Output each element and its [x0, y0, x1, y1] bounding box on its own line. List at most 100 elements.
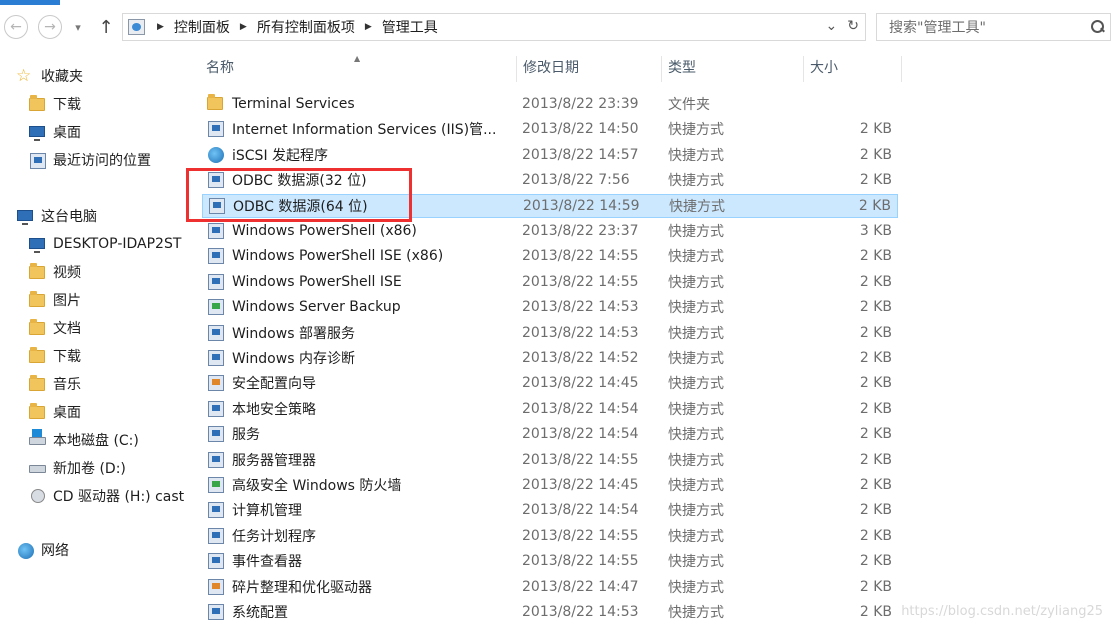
file-size: 2 KB [858, 197, 891, 214]
shortcut-icon [206, 221, 226, 241]
search-icon[interactable] [1090, 19, 1106, 35]
sidebar-item-recent[interactable]: 最近访问的位置 [28, 148, 151, 172]
table-row[interactable]: ODBC 数据源(32 位) 2013/8/22 7:56 快捷方式 2 KB [202, 168, 898, 192]
sidebar-item-label: DESKTOP-IDAP2ST [53, 236, 182, 252]
table-row[interactable]: 本地安全策略 2013/8/22 14:54 快捷方式 2 KB [202, 397, 898, 421]
file-name-cell: 碎片整理和优化驱动器 [202, 577, 502, 597]
breadcrumb-admin-tools[interactable]: 管理工具 [382, 17, 438, 37]
shortcut-icon [206, 551, 226, 571]
table-row[interactable]: ODBC 数据源(64 位) 2013/8/22 14:59 快捷方式 2 KB [202, 193, 898, 218]
sidebar-item-documents[interactable]: 文档 [28, 316, 81, 340]
file-type: 文件夹 [668, 97, 710, 113]
file-type: 快捷方式 [668, 452, 724, 469]
breadcrumb-control-panel[interactable]: 控制面板 [174, 17, 230, 37]
file-date: 2013/8/22 14:53 [522, 299, 639, 316]
refresh-icon[interactable]: ↻ [847, 18, 859, 34]
back-button[interactable]: ← [4, 15, 28, 39]
table-row[interactable]: 碎片整理和优化驱动器 2013/8/22 14:47 快捷方式 2 KB [202, 575, 898, 599]
videos-folder-icon [28, 263, 46, 281]
table-row[interactable]: 高级安全 Windows 防火墙 2013/8/22 14:45 快捷方式 2 KB [202, 473, 898, 497]
sidebar-item-label: 新加卷 (D:) [53, 461, 126, 477]
file-name: Windows PowerShell (x86) [232, 223, 417, 239]
sidebar-item-cd-drive[interactable]: CD 驱动器 (H:) cast [28, 484, 184, 508]
recent-locations-button[interactable]: ▾ [70, 15, 86, 39]
sidebar-item-downloads-pc[interactable]: 下载 [28, 344, 81, 368]
address-dropdown-icon[interactable]: ⌄ [826, 18, 838, 34]
file-date: 2013/8/22 14:54 [522, 502, 639, 519]
file-name: 计算机管理 [232, 503, 302, 520]
file-name-cell: Windows 部署服务 [202, 323, 502, 343]
table-row[interactable]: 服务 2013/8/22 14:54 快捷方式 2 KB [202, 422, 898, 446]
file-type: 快捷方式 [668, 605, 724, 621]
table-row[interactable]: 计算机管理 2013/8/22 14:54 快捷方式 2 KB [202, 498, 898, 522]
file-date: 2013/8/22 14:53 [522, 604, 639, 620]
file-size: 2 KB [859, 578, 892, 595]
file-date: 2013/8/22 14:54 [522, 400, 639, 417]
sidebar-item-network[interactable]: 网络 [16, 538, 69, 562]
watermark: https://blog.csdn.net/zyliang25 [901, 604, 1103, 619]
search-input[interactable]: 搜索"管理工具" [889, 17, 1090, 37]
file-name: Windows 部署服务 [232, 325, 355, 342]
sidebar-item-desktop[interactable]: 桌面 [28, 120, 81, 144]
search-box[interactable]: 搜索"管理工具" [876, 13, 1111, 41]
table-row[interactable]: 系统配置 2013/8/22 14:53 快捷方式 2 KB [202, 600, 898, 624]
file-date: 2013/8/22 14:54 [522, 426, 639, 443]
file-name: 任务计划程序 [232, 528, 316, 545]
desktop-icon [28, 123, 46, 141]
table-row[interactable]: Internet Information Services (IIS)管... 2… [202, 117, 898, 141]
file-name: iSCSI 发起程序 [232, 147, 329, 164]
column-header-date[interactable]: 修改日期 [517, 56, 662, 82]
sidebar-item-label: 桌面 [53, 405, 81, 421]
file-name-cell: Windows 内存诊断 [202, 348, 502, 368]
up-button[interactable]: ↑ [96, 15, 116, 39]
sidebar-item-favorites[interactable]: ☆ 收藏夹 [16, 64, 83, 88]
shortcut-icon [206, 399, 226, 419]
file-name-cell: iSCSI 发起程序 [202, 145, 502, 165]
table-row[interactable]: Windows 部署服务 2013/8/22 14:53 快捷方式 2 KB [202, 321, 898, 345]
table-row[interactable]: Windows Server Backup 2013/8/22 14:53 快捷方式… [202, 295, 898, 319]
address-bar[interactable]: ▶ 控制面板 ▶ 所有控制面板项 ▶ 管理工具 ⌄ ↻ [122, 13, 866, 41]
sidebar-item-desktop-folder[interactable]: 桌面 [28, 400, 81, 424]
sidebar-item-downloads[interactable]: 下载 [28, 92, 81, 116]
shortcut-icon [206, 577, 226, 597]
file-date: 2013/8/22 14:55 [522, 527, 639, 544]
file-type: 快捷方式 [668, 249, 724, 266]
file-name-cell: 计算机管理 [202, 500, 502, 520]
table-row[interactable]: 安全配置向导 2013/8/22 14:45 快捷方式 2 KB [202, 371, 898, 395]
sidebar-item-videos[interactable]: 视频 [28, 260, 81, 284]
sidebar-item-drive-c[interactable]: 本地磁盘 (C:) [28, 428, 139, 452]
sidebar-item-this-pc[interactable]: 这台电脑 [16, 204, 97, 228]
column-header-type[interactable]: 类型 [662, 56, 804, 82]
computer-icon [28, 235, 46, 253]
sidebar-item-music[interactable]: 音乐 [28, 372, 81, 396]
file-type: 快捷方式 [668, 427, 724, 444]
file-type: 快捷方式 [668, 503, 724, 520]
file-size: 2 KB [859, 502, 892, 519]
file-size: 2 KB [859, 299, 892, 316]
table-row[interactable]: iSCSI 发起程序 2013/8/22 14:57 快捷方式 2 KB [202, 143, 898, 167]
column-header-name[interactable]: ▲ 名称 [186, 54, 517, 82]
sidebar-item-label: 最近访问的位置 [53, 153, 151, 169]
sidebar-item-pictures[interactable]: 图片 [28, 288, 81, 312]
file-type: 快捷方式 [668, 300, 724, 317]
table-row[interactable]: Windows PowerShell ISE (x86) 2013/8/22 14… [202, 244, 898, 268]
table-row[interactable]: 服务器管理器 2013/8/22 14:55 快捷方式 2 KB [202, 448, 898, 472]
table-row[interactable]: Windows 内存诊断 2013/8/22 14:52 快捷方式 2 KB [202, 346, 898, 370]
breadcrumb-separator-icon: ▶ [157, 22, 164, 32]
table-row[interactable]: Windows PowerShell (x86) 2013/8/22 23:37 快… [202, 219, 898, 243]
breadcrumb-all-control-panel-items[interactable]: 所有控制面板项 [257, 17, 355, 37]
forward-button[interactable]: → [38, 15, 62, 39]
table-row[interactable]: 事件查看器 2013/8/22 14:55 快捷方式 2 KB [202, 549, 898, 573]
file-date: 2013/8/22 7:56 [522, 172, 630, 189]
table-row[interactable]: 任务计划程序 2013/8/22 14:55 快捷方式 2 KB [202, 524, 898, 548]
column-header-size[interactable]: 大小 [804, 56, 902, 82]
file-size: 2 KB [859, 121, 892, 138]
sidebar-item-label: 下载 [53, 349, 81, 365]
up-arrow-icon: ↑ [98, 16, 114, 38]
table-row[interactable]: Terminal Services 2013/8/22 23:39 文件夹 [202, 92, 898, 116]
sidebar-item-drive-d[interactable]: 新加卷 (D:) [28, 456, 126, 480]
file-type: 快捷方式 [668, 274, 724, 291]
table-row[interactable]: Windows PowerShell ISE 2013/8/22 14:55 快捷方… [202, 270, 898, 294]
sidebar-item-desktop-pc[interactable]: DESKTOP-IDAP2ST [28, 232, 181, 256]
shortcut-icon [207, 196, 227, 216]
